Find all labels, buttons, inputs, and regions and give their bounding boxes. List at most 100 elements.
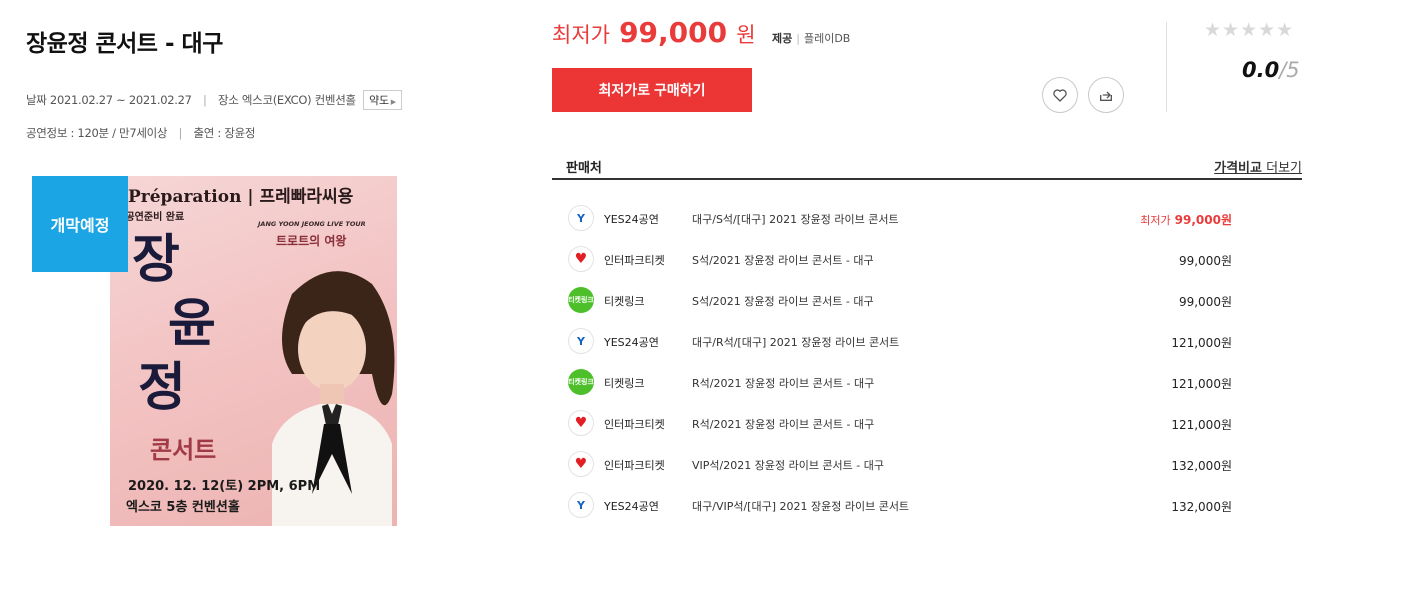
price-cell[interactable]: 132,000원 [1171, 498, 1232, 515]
seller-name[interactable]: YES24공연 [604, 334, 659, 350]
venue-label: 장소 [217, 93, 239, 107]
price-value: 99,000원 [1174, 213, 1232, 227]
seller-list: Y YES24공연 대구/S석/[대구] 2021 장윤정 라이브 콘서트 최저가 99… [552, 198, 1252, 526]
cast-label: 출연 [193, 126, 215, 140]
seller-logo-icon: ♥ [568, 410, 594, 436]
star-icon[interactable]: ★★★★★ [1204, 19, 1294, 41]
price-value: 121,000원 [1171, 336, 1232, 350]
seller-name[interactable]: 티켓링크 [604, 375, 644, 391]
table-row[interactable]: ♥ 인터파크티켓 S석/2021 장윤정 라이브 콘서트 - 대구 99,000원 [552, 239, 1252, 280]
provider-value: 플레이DB [803, 32, 851, 45]
seller-name[interactable]: YES24공연 [604, 211, 659, 227]
event-date-venue: 날짜 2021.02.27 ~ 2021.02.27 | 장소 엑스코(EXCO… [26, 90, 402, 110]
date-value: 2021.02.27 ~ 2021.02.27 [49, 93, 192, 107]
table-row[interactable]: Y YES24공연 대구/VIP석/[대구] 2021 장윤정 라이브 콘서트 132… [552, 485, 1252, 526]
divider [1166, 22, 1167, 112]
venue-value: 엑스코(EXCO) 컨벤션홀 [241, 93, 356, 107]
product-name[interactable]: 대구/R석/[대구] 2021 장윤정 라이브 콘서트 [692, 334, 899, 350]
wishlist-button[interactable] [1042, 77, 1078, 113]
poster-name-char: 장 [132, 230, 180, 290]
map-button[interactable]: 약도 ▶ [363, 90, 402, 110]
product-name[interactable]: VIP석/2021 장윤정 라이브 콘서트 - 대구 [692, 457, 884, 473]
price-value: 99,000원 [1178, 254, 1232, 268]
share-icon [1100, 91, 1112, 101]
seller-name[interactable]: 인터파크티켓 [604, 457, 665, 473]
sellers-title: 판매처 [566, 161, 602, 176]
event-poster[interactable]: Préparation | 프레빠라씨용 : 공연준비 완료 JANG YOON… [110, 176, 397, 526]
divider: | [178, 126, 183, 140]
poster-name-char: 윤 [168, 294, 216, 354]
more-label: 더보기 [1266, 161, 1302, 176]
price-cell[interactable]: 132,000원 [1171, 457, 1232, 474]
seller-logo-icon: 티켓링크 [568, 369, 594, 395]
sellers-header: 판매처 가격비교 더보기 [552, 150, 1302, 180]
rating-max: /5 [1279, 58, 1300, 82]
price-compare-label: 가격비교 [1214, 161, 1262, 176]
seller-logo-icon: Y [568, 328, 594, 354]
table-row[interactable]: 티켓링크 티켓링크 R석/2021 장윤정 라이브 콘서트 - 대구 121,000원 [552, 362, 1252, 403]
info-value: 120분 / 만7세이상 [77, 126, 168, 140]
table-row[interactable]: ♥ 인터파크티켓 VIP석/2021 장윤정 라이브 콘서트 - 대구 132,000… [552, 444, 1252, 485]
rating-score: 0.0/5 [1242, 58, 1300, 82]
poster-date: 2020. 12. 12(토) 2PM, 6PM [128, 479, 321, 494]
poster-title: Préparation | 프레빠라씨용 [128, 187, 354, 207]
price-cell[interactable]: 99,000원 [1179, 252, 1232, 269]
poster-tour-sub: 트로트의 여왕 [276, 234, 347, 248]
provider-label: 제공 [772, 32, 793, 45]
seller-name[interactable]: 인터파크티켓 [604, 252, 665, 268]
buy-lowest-button[interactable]: 최저가로 구매하기 [552, 68, 752, 112]
product-name[interactable]: 대구/VIP석/[대구] 2021 장윤정 라이브 콘서트 [692, 498, 909, 514]
seller-logo-icon: Y [568, 492, 594, 518]
seller-name[interactable]: 인터파크티켓 [604, 416, 665, 432]
product-name[interactable]: S석/2021 장윤정 라이브 콘서트 - 대구 [692, 252, 874, 268]
price-value: 132,000원 [1171, 500, 1232, 514]
date-label: 날짜 [26, 93, 47, 107]
table-row[interactable]: 티켓링크 티켓링크 S석/2021 장윤정 라이브 콘서트 - 대구 99,000원 [552, 280, 1252, 321]
product-name[interactable]: R석/2021 장윤정 라이브 콘서트 - 대구 [692, 375, 874, 391]
seller-name[interactable]: 티켓링크 [604, 293, 644, 309]
table-row[interactable]: Y YES24공연 대구/R석/[대구] 2021 장윤정 라이브 콘서트 121,0… [552, 321, 1252, 362]
poster-concert: 콘서트 [150, 436, 217, 464]
divider: | [203, 93, 207, 107]
seller-logo-icon: 티켓링크 [568, 287, 594, 313]
lowest-label: 최저가 [1140, 214, 1171, 227]
cast-value: 장윤정 [224, 126, 256, 140]
price-value: 132,000원 [1171, 459, 1232, 473]
map-button-label: 약도 [369, 94, 389, 107]
table-row[interactable]: ♥ 인터파크티켓 R석/2021 장윤정 라이브 콘서트 - 대구 121,000원 [552, 403, 1252, 444]
share-button[interactable] [1088, 77, 1124, 113]
price-value: 121,000원 [1171, 377, 1232, 391]
info-label: 공연정보 [26, 126, 68, 140]
chevron-right-icon: ▶ [390, 98, 396, 106]
seller-logo-icon: ♥ [568, 451, 594, 477]
lowest-price-label: 최저가 [552, 23, 610, 47]
price-value: 121,000원 [1171, 418, 1232, 432]
table-row[interactable]: Y YES24공연 대구/S석/[대구] 2021 장윤정 라이브 콘서트 최저가 99… [552, 198, 1252, 239]
rating-value: 0.0 [1242, 58, 1280, 82]
page-title: 장윤정 콘서트 - 대구 [26, 31, 223, 57]
price-cell[interactable]: 121,000원 [1171, 334, 1232, 351]
poster-tour: JANG YOON JEONG LIVE TOUR [258, 220, 366, 228]
lowest-price-unit: 원 [736, 23, 756, 47]
price-cell[interactable]: 121,000원 [1171, 416, 1232, 433]
status-badge: 개막예정 [32, 176, 128, 272]
data-provider: 제공 | 플레이DB [772, 30, 850, 46]
price-cell[interactable]: 121,000원 [1171, 375, 1232, 392]
seller-name[interactable]: YES24공연 [604, 498, 659, 514]
price-value: 99,000원 [1178, 295, 1232, 309]
product-name[interactable]: 대구/S석/[대구] 2021 장윤정 라이브 콘서트 [692, 211, 899, 227]
seller-logo-icon: Y [568, 205, 594, 231]
product-name[interactable]: S석/2021 장윤정 라이브 콘서트 - 대구 [692, 293, 874, 309]
heart-icon [1053, 89, 1067, 102]
seller-logo-icon: ♥ [568, 246, 594, 272]
divider: | [796, 32, 800, 45]
lowest-price: 최저가 99,000 원 [552, 16, 756, 49]
price-cell[interactable]: 99,000원 [1179, 293, 1232, 310]
poster-place: 엑스코 5층 컨벤션홀 [126, 500, 240, 515]
lowest-price-value: 99,000 [619, 16, 728, 49]
event-info: 공연정보 : 120분 / 만7세이상 | 출연 : 장윤정 [26, 126, 256, 140]
price-cell[interactable]: 최저가 99,000원 [1140, 211, 1232, 228]
product-name[interactable]: R석/2021 장윤정 라이브 콘서트 - 대구 [692, 416, 874, 432]
poster-name-char: 정 [138, 358, 186, 418]
price-compare-more-link[interactable]: 가격비교 더보기 [1214, 157, 1302, 176]
